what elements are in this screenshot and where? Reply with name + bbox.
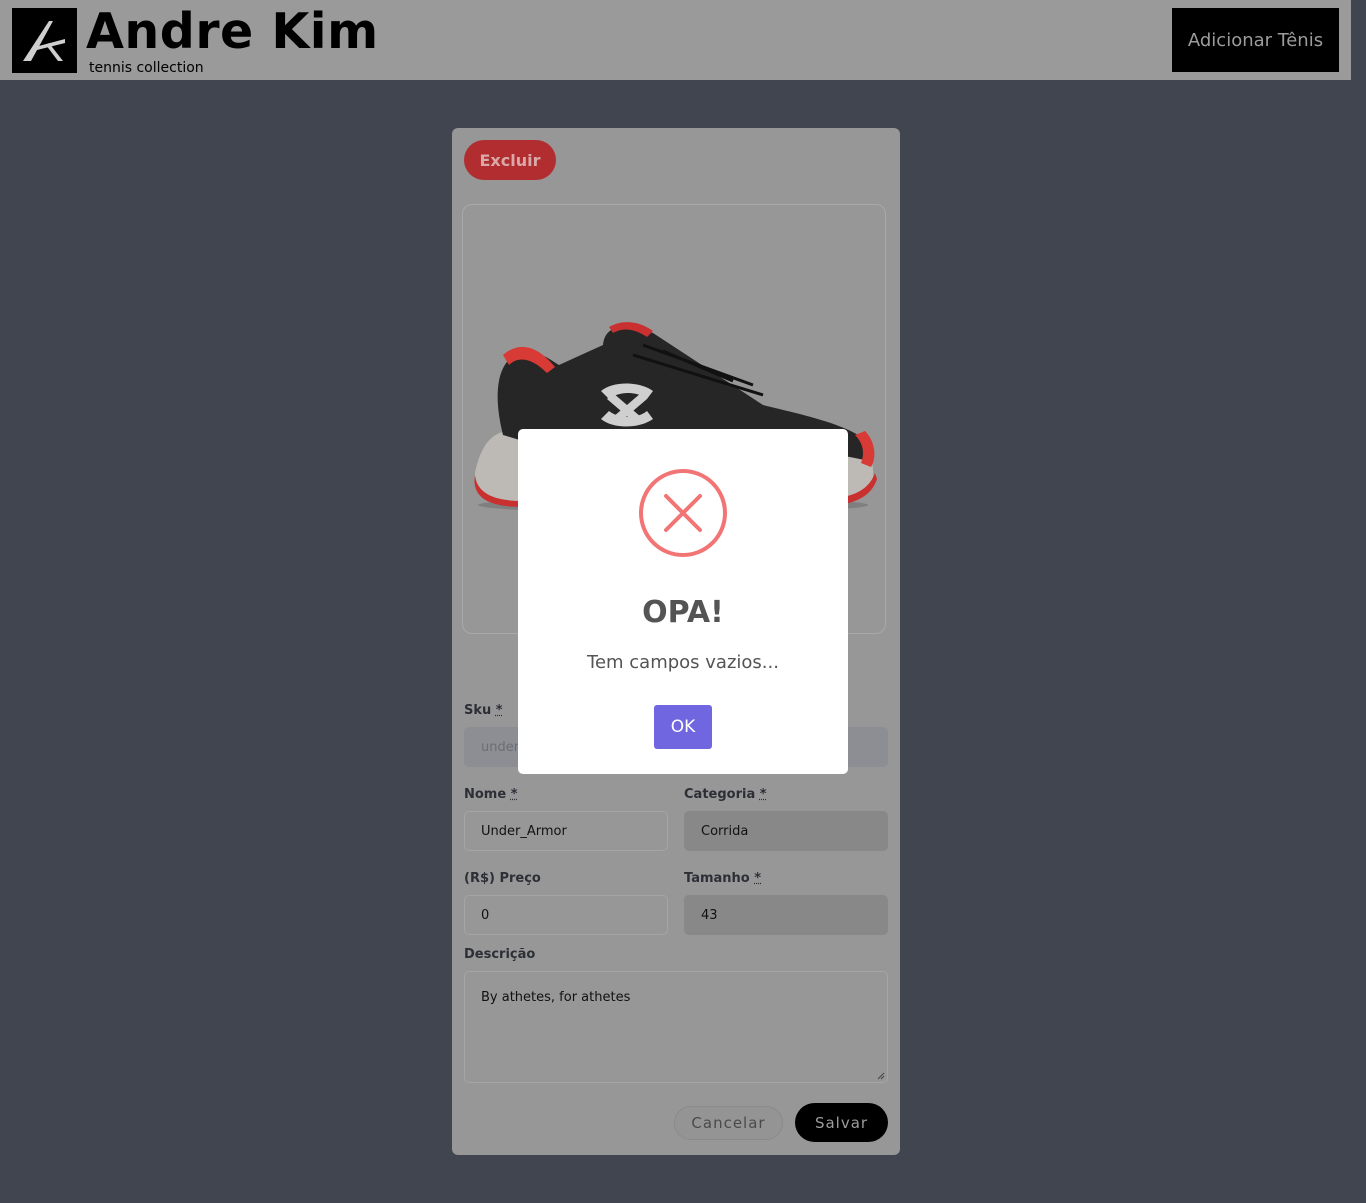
- nome-required-mark: *: [510, 787, 518, 802]
- nome-field[interactable]: Under_Armor: [464, 811, 668, 851]
- sku-label-text: Sku: [464, 703, 492, 718]
- tamanho-label: Tamanho *: [684, 871, 761, 887]
- ok-button[interactable]: OK: [654, 705, 712, 749]
- tamanho-field[interactable]: 43: [684, 895, 888, 935]
- add-tennis-button[interactable]: Adicionar Tênis: [1172, 8, 1339, 72]
- cancel-button[interactable]: Cancelar: [674, 1106, 783, 1140]
- error-x-icon: [639, 469, 727, 557]
- descricao-textarea[interactable]: By athetes, for athetes: [464, 971, 888, 1083]
- categoria-required-mark: *: [759, 787, 767, 802]
- ak-logo-icon[interactable]: [12, 8, 77, 73]
- tamanho-required-mark: *: [754, 871, 762, 886]
- brand-title: Andre Kim: [86, 3, 379, 60]
- preco-field[interactable]: 0: [464, 895, 668, 935]
- categoria-field[interactable]: Corrida: [684, 811, 888, 851]
- descricao-label: Descrição: [464, 947, 536, 962]
- page-scrollbar[interactable]: [1351, 0, 1366, 1203]
- preco-label: (R$) Preço: [464, 871, 541, 886]
- nome-label: Nome *: [464, 787, 518, 803]
- save-button[interactable]: Salvar: [795, 1103, 888, 1142]
- sku-required-mark: *: [495, 703, 503, 718]
- resize-grip-icon[interactable]: [877, 1072, 885, 1080]
- tamanho-label-text: Tamanho: [684, 871, 750, 886]
- dialog-message: Tem campos vazios...: [587, 652, 779, 673]
- sku-label: Sku *: [464, 703, 503, 719]
- error-dialog: OPA! Tem campos vazios... OK: [518, 429, 848, 774]
- descricao-value: By athetes, for athetes: [481, 990, 631, 1005]
- nome-label-text: Nome: [464, 787, 507, 802]
- top-header: Andre Kim tennis collection Adicionar Tê…: [0, 0, 1351, 80]
- dialog-title: OPA!: [642, 595, 724, 630]
- delete-button[interactable]: Excluir: [464, 140, 556, 180]
- categoria-label: Categoria *: [684, 787, 767, 803]
- brand-subtitle: tennis collection: [89, 60, 204, 76]
- categoria-label-text: Categoria: [684, 787, 756, 802]
